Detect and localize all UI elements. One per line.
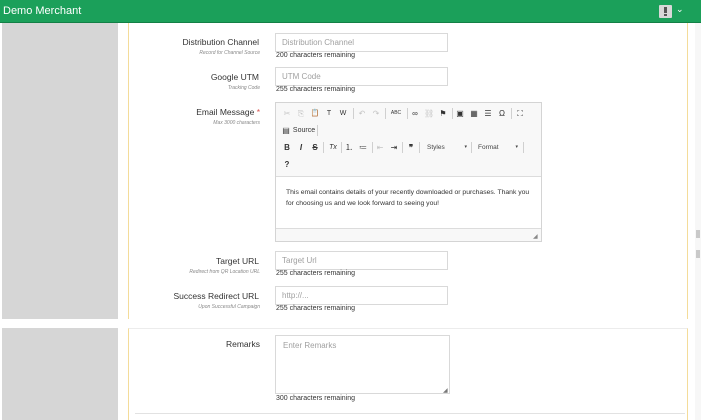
blockquote-icon[interactable]: ❞ [406,141,416,154]
copy-icon[interactable]: ⎘ [296,107,306,120]
remarks-textarea[interactable] [275,335,450,394]
target-url-hint: Redirect from QR Location URL [189,269,260,275]
bullet-list-icon[interactable]: ≔ [358,141,368,154]
success-redirect-url-label: Success Redirect URL [173,291,259,301]
target-url-remaining: 255 characters remaining [276,270,355,277]
target-url-input[interactable] [275,251,448,270]
paste-icon[interactable]: 📋 [310,107,320,120]
editor-toolbar-row: ? [276,156,541,173]
styles-dropdown[interactable]: Styles ▾ [423,141,469,154]
distribution-channel-remaining: 200 characters remaining [276,52,355,59]
success-redirect-url-input[interactable] [275,286,448,305]
strikethrough-button[interactable]: S [310,141,320,154]
styles-dropdown-label: Styles [427,144,445,151]
indent-icon[interactable]: ⇥ [389,141,399,154]
format-dropdown[interactable]: Format ▾ [474,141,520,154]
source-icon: ▤ [282,126,290,135]
dropdown-arrow-icon: ▾ [464,144,467,150]
dropdown-arrow-icon: ▾ [515,144,518,150]
editor-toolbar-row: ✂ ⎘ 📋 T W ↶ ↷ ABC ∞ ⛓ ⚑ ▣ ▦ ☰ Ω ⛶ [276,105,541,122]
resize-grip-icon[interactable]: ◢ [443,387,448,394]
distribution-channel-input[interactable] [275,33,448,52]
source-button[interactable]: Source [292,124,316,137]
distribution-channel-hint: Record for Channel Source [199,50,260,56]
special-character-icon[interactable]: Ω [497,107,507,120]
google-utm-label: Google UTM [210,72,259,82]
user-alert-icon[interactable] [659,5,672,18]
page-scrollbar[interactable] [695,23,701,420]
top-navigation-bar: Demo Merchant ⌄ [0,0,701,23]
email-message-editor-body[interactable]: This email contains details of your rece… [276,176,541,229]
italic-button[interactable]: I [296,141,306,154]
distribution-channel-label: Distribution Channel [182,37,259,47]
outdent-icon[interactable]: ⇤ [375,141,385,154]
link-icon[interactable]: ∞ [410,107,420,120]
required-marker: * [256,107,260,117]
email-message-hint: Max 3000 characters [213,120,260,126]
numbered-list-icon[interactable]: ⒈ [344,141,354,154]
email-message-label-text: Email Message [196,107,255,117]
unlink-icon[interactable]: ⛓ [424,107,434,120]
target-url-label: Target URL [216,256,259,266]
spellcheck-icon[interactable]: ABC [388,107,404,120]
remarks-remaining: 300 characters remaining [276,395,355,402]
maximize-icon[interactable]: ⛶ [515,107,525,120]
google-utm-remaining: 255 characters remaining [276,86,355,93]
remove-format-icon[interactable]: Tx [327,141,339,154]
image-icon[interactable]: ▣ [455,107,465,120]
google-utm-input[interactable] [275,67,448,86]
rich-text-editor: ✂ ⎘ 📋 T W ↶ ↷ ABC ∞ ⛓ ⚑ ▣ ▦ ☰ Ω ⛶ ▤ Sour… [275,102,542,242]
editor-toolbar-row: ▤ Source [276,122,541,139]
resize-grip-icon[interactable]: ◢ [533,234,539,240]
email-message-label: Email Message * [0,107,260,117]
format-dropdown-label: Format [478,144,499,151]
anchor-icon[interactable]: ⚑ [438,107,448,120]
table-icon[interactable]: ▦ [469,107,479,120]
undo-icon[interactable]: ↶ [357,107,367,120]
paste-word-icon[interactable]: W [338,107,348,120]
remarks-label: Remarks [225,339,260,349]
success-redirect-url-remaining: 255 characters remaining [276,305,355,312]
horizontal-line-icon[interactable]: ☰ [483,107,493,120]
redo-icon[interactable]: ↷ [371,107,381,120]
bold-button[interactable]: B [282,141,292,154]
help-icon[interactable]: ? [282,158,292,171]
editor-toolbar-row: B I S Tx ⒈ ≔ ⇤ ⇥ ❞ Styles ▾ Format ▾ [276,139,541,156]
merchant-name[interactable]: Demo Merchant [3,5,81,17]
success-redirect-url-hint: Upon Successful Campaign [198,304,260,310]
divider [135,413,685,414]
cut-icon[interactable]: ✂ [282,107,292,120]
google-utm-hint: Tracking Code [227,85,260,91]
paste-text-icon[interactable]: T [324,107,334,120]
panel-gap [0,319,701,328]
chevron-down-icon[interactable]: ⌄ [676,4,684,15]
